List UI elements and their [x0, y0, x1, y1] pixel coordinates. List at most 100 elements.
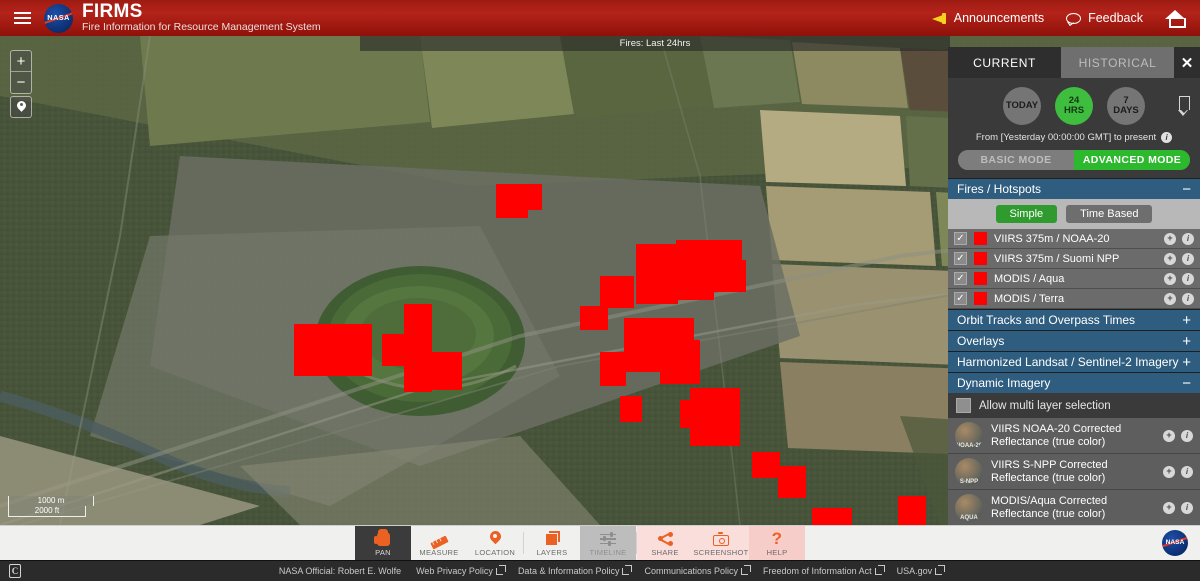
advanced-mode-button[interactable]: ADVANCED MODE — [1074, 150, 1190, 170]
fire-detection-polygon[interactable] — [404, 348, 432, 392]
announcements-label: Announcements — [953, 11, 1045, 25]
fire-detection-polygon[interactable] — [680, 400, 706, 428]
fire-detection-polygon[interactable] — [432, 352, 462, 390]
fire-mode-simple[interactable]: Simple — [995, 205, 1058, 223]
tool-help-label: HELP — [766, 547, 788, 557]
scale-metric: 1000 m — [8, 496, 94, 506]
tool-timeline: TIMELINE — [580, 525, 636, 561]
tab-current[interactable]: CURRENT — [948, 47, 1061, 78]
add-layer-icon[interactable]: + — [1164, 252, 1176, 265]
add-layer-icon[interactable]: + — [1163, 429, 1175, 442]
info-icon[interactable]: i — [1181, 429, 1193, 442]
layer-row[interactable]: ✓ VIIRS 375m / Suomi NPP + i — [948, 249, 1200, 269]
info-icon[interactable]: i — [1182, 292, 1194, 305]
section-fires-hotspots-toggle[interactable]: − — [1182, 182, 1191, 197]
layer-color-swatch — [974, 292, 987, 305]
feedback-button[interactable]: Feedback — [1066, 11, 1143, 25]
fire-mode-time-based[interactable]: Time Based — [1066, 205, 1153, 223]
section-dynamic-imagery[interactable]: Dynamic Imagery − — [948, 372, 1200, 393]
scale-imperial: 2000 ft — [8, 506, 86, 517]
layer-checkbox[interactable]: ✓ — [954, 252, 967, 265]
tool-layers[interactable]: LAYERS — [524, 526, 580, 561]
section-orbit-tracks[interactable]: Orbit Tracks and Overpass Times + — [948, 309, 1200, 330]
fire-detection-polygon[interactable] — [812, 508, 852, 525]
fire-detection-polygon[interactable] — [620, 396, 642, 422]
fire-detection-polygon[interactable] — [294, 324, 372, 376]
time-option-7days[interactable]: 7 DAYS — [1107, 87, 1145, 125]
zoom-out-button[interactable]: − — [11, 72, 31, 93]
share-icon — [657, 530, 673, 546]
tool-timeline-label: TIMELINE — [589, 547, 627, 557]
multi-layer-checkbox[interactable]: ✓ — [956, 398, 971, 413]
section-harmonized-landsat-toggle[interactable]: + — [1182, 355, 1191, 370]
add-layer-icon[interactable]: + — [1164, 232, 1176, 245]
footer-link[interactable]: Communications Policy — [644, 564, 752, 576]
fire-detection-polygon[interactable] — [752, 452, 780, 478]
nasa-logo[interactable]: NASA — [44, 3, 73, 33]
layer-row[interactable]: ✓ VIIRS 375m / NOAA-20 + i — [948, 229, 1200, 249]
basic-mode-button[interactable]: BASIC MODE — [958, 150, 1074, 170]
footer-link[interactable]: Freedom of Information Act — [763, 564, 885, 576]
time-option-24hrs[interactable]: 24 HRS — [1055, 87, 1093, 125]
layer-label: MODIS / Aqua — [994, 272, 1065, 285]
fire-detection-polygon[interactable] — [778, 466, 806, 498]
section-orbit-tracks-title: Orbit Tracks and Overpass Times — [957, 313, 1136, 327]
section-orbit-tracks-toggle[interactable]: + — [1182, 313, 1191, 328]
add-layer-icon[interactable]: + — [1164, 292, 1176, 305]
info-icon[interactable]: i — [1181, 465, 1193, 478]
layer-checkbox[interactable]: ✓ — [954, 232, 967, 245]
dynamic-layer-row[interactable]: NOAA-20 VIIRS NOAA-20 Corrected Reflectan… — [948, 418, 1200, 454]
dynamic-layer-row[interactable]: AQUA MODIS/Aqua Corrected Reflectance (tr… — [948, 490, 1200, 525]
layer-row[interactable]: ✓ MODIS / Terra + i — [948, 289, 1200, 309]
close-icon[interactable]: ✕ — [1174, 47, 1200, 78]
fire-detection-polygon[interactable] — [600, 352, 626, 386]
info-icon[interactable]: i — [1182, 232, 1194, 245]
tool-pan[interactable]: PAN — [355, 525, 411, 561]
fire-detection-polygon[interactable] — [496, 196, 528, 218]
info-icon[interactable]: i — [1182, 252, 1194, 265]
tool-measure[interactable]: MEASURE — [411, 526, 467, 561]
footer-link[interactable]: Data & Information Policy — [518, 564, 633, 576]
section-dynamic-imagery-toggle[interactable]: − — [1182, 376, 1191, 391]
date-range-label: From [Yesterday 00:00:00 GMT] to present — [975, 132, 1157, 143]
multi-layer-selection-row[interactable]: ✓ Allow multi layer selection — [948, 393, 1200, 418]
add-layer-icon[interactable]: + — [1164, 272, 1176, 285]
dynamic-layer-row[interactable]: S-NPP VIIRS S-NPP Corrected Reflectance (… — [948, 454, 1200, 490]
fire-detection-polygon[interactable] — [600, 276, 634, 308]
zoom-in-button[interactable]: + — [11, 51, 31, 72]
tool-screenshot[interactable]: SCREENSHOT — [693, 525, 749, 561]
section-overlays-toggle[interactable]: + — [1182, 334, 1191, 349]
time-option-today[interactable]: TODAY — [1003, 87, 1041, 125]
section-overlays[interactable]: Overlays + — [948, 330, 1200, 351]
page-title: FIRMS — [82, 1, 143, 22]
fire-detection-polygon[interactable] — [660, 340, 700, 384]
add-layer-icon[interactable]: + — [1163, 465, 1175, 478]
layer-checkbox[interactable]: ✓ — [954, 272, 967, 285]
tool-share[interactable]: SHARE — [637, 525, 693, 561]
bookmark-icon[interactable] — [1178, 96, 1190, 116]
info-icon[interactable]: i — [1182, 272, 1194, 285]
fire-detection-polygon[interactable] — [580, 306, 608, 330]
layer-checkbox[interactable]: ✓ — [954, 292, 967, 305]
info-icon[interactable]: i — [1181, 501, 1193, 514]
tool-help[interactable]: ? HELP — [749, 525, 805, 561]
section-harmonized-landsat[interactable]: Harmonized Landsat / Sentinel-2 Imagery … — [948, 351, 1200, 372]
layer-row[interactable]: ✓ MODIS / Aqua + i — [948, 269, 1200, 289]
layer-thumbnail: NOAA-20 — [955, 421, 983, 450]
layer-thumbnail: S-NPP — [955, 457, 983, 486]
tool-location[interactable]: LOCATION — [467, 526, 523, 561]
section-fires-hotspots[interactable]: Fires / Hotspots − — [948, 178, 1200, 199]
tab-historical[interactable]: HISTORICAL — [1061, 47, 1174, 78]
fire-detection-polygon[interactable] — [898, 496, 926, 525]
footer-link[interactable]: Web Privacy Policy — [416, 564, 506, 576]
footer-link[interactable]: USA.gov — [897, 564, 946, 576]
layer-color-swatch — [974, 252, 987, 265]
menu-icon[interactable] — [0, 0, 44, 36]
fire-detection-polygon[interactable] — [700, 260, 746, 292]
info-icon[interactable]: i — [1161, 132, 1173, 143]
add-layer-icon[interactable]: + — [1163, 501, 1175, 514]
footer-link-label: Communications Policy — [644, 566, 739, 576]
announcements-button[interactable]: Announcements — [931, 11, 1045, 25]
my-location-button[interactable] — [10, 96, 32, 118]
home-icon[interactable] — [1165, 9, 1186, 28]
